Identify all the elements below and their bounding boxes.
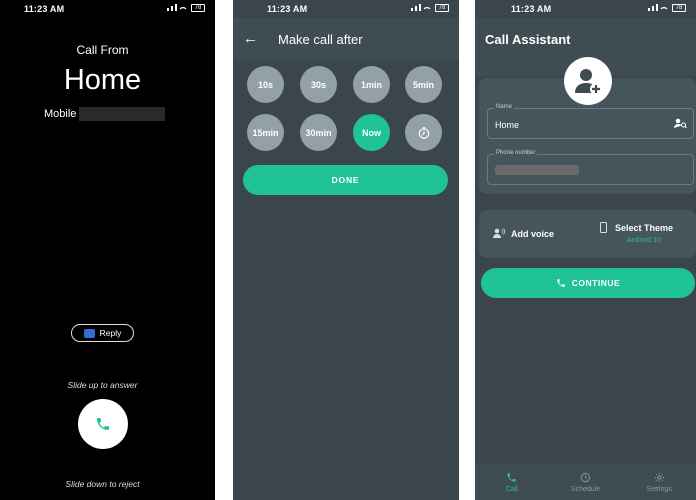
caller-name: Home xyxy=(63,64,142,96)
add-person-icon xyxy=(575,69,602,95)
nav-label-settings: Settings xyxy=(646,485,672,493)
schedule-icon xyxy=(580,472,591,482)
redacted-number xyxy=(79,107,166,121)
add-voice-label: Add voice xyxy=(511,228,555,239)
back-arrow-icon[interactable]: ← xyxy=(243,30,258,47)
delay-option-now[interactable]: Now xyxy=(353,114,390,151)
nav-item-settings[interactable]: Settings xyxy=(622,464,696,500)
bottom-nav: Call Schedule Settings xyxy=(475,464,696,500)
call-from-label: Call From xyxy=(76,43,129,57)
continue-label: CONTINUE xyxy=(571,278,621,288)
status-bar: 11:23 AM 78 xyxy=(0,0,215,18)
selected-theme-value: Android 10 xyxy=(627,237,661,244)
status-bar: 11:23 AM 78 xyxy=(475,0,696,18)
phone-icon xyxy=(507,472,516,482)
delay-option-30s[interactable]: 30s xyxy=(300,66,337,103)
add-voice-button[interactable]: Add voice xyxy=(493,228,554,239)
slide-down-hint: Slide down to reject xyxy=(65,479,140,489)
name-field-value: Home xyxy=(495,120,520,130)
status-icons: 78 xyxy=(410,3,449,12)
nav-item-schedule[interactable]: Schedule xyxy=(549,464,623,500)
delay-option-5min[interactable]: 5min xyxy=(405,66,442,103)
incoming-call-screen: 11:23 AM 78 Call From Home Mobile Reply … xyxy=(0,0,215,500)
status-time: 11:23 AM xyxy=(267,4,308,14)
schedule-call-screen: 11:23 AM 78 ← Make call after 10s 30s 1m… xyxy=(233,0,459,500)
status-time: 11:23 AM xyxy=(24,4,65,14)
status-bar: 11:23 AM 78 xyxy=(233,0,459,18)
battery-icon: 78 xyxy=(672,3,686,12)
message-icon xyxy=(83,328,95,338)
continue-button[interactable]: CONTINUE xyxy=(481,268,695,298)
status-icons: 78 xyxy=(166,3,205,12)
custom-timer-button[interactable] xyxy=(405,114,442,151)
delay-option-30min[interactable]: 30min xyxy=(300,114,337,151)
phone-number-label: Phone number xyxy=(494,150,538,156)
app-bar: ← Make call after xyxy=(233,18,459,60)
gear-icon xyxy=(654,472,664,482)
nav-item-call[interactable]: Call xyxy=(475,464,549,500)
delay-option-15min[interactable]: 15min xyxy=(247,114,284,151)
page-title: Make call after xyxy=(278,32,363,47)
nav-label-schedule: Schedule xyxy=(570,485,601,493)
slide-up-hint: Slide up to answer xyxy=(67,380,138,390)
contact-search-icon[interactable] xyxy=(674,118,687,129)
voice-person-icon xyxy=(493,228,506,238)
avatar-add-button[interactable] xyxy=(564,57,612,105)
status-icons: 78 xyxy=(647,3,686,12)
caller-number-row: Mobile xyxy=(44,107,166,121)
phone-icon xyxy=(97,418,109,430)
name-field[interactable]: Name Home xyxy=(487,104,694,139)
phone-icon xyxy=(557,279,565,287)
call-assistant-screen: Call Assistant 11:23 AM 78 Name Home Pho… xyxy=(475,0,696,500)
reply-button[interactable]: Reply xyxy=(71,324,134,342)
timer-icon xyxy=(418,126,429,139)
select-theme-button[interactable]: Select Theme xyxy=(615,223,673,233)
options-card: Add voice Select Theme Android 10 xyxy=(479,210,696,258)
signal-icon xyxy=(411,4,431,11)
delay-option-1min[interactable]: 1min xyxy=(353,66,390,103)
delay-option-10s[interactable]: 10s xyxy=(247,66,284,103)
status-time: 11:23 AM xyxy=(511,4,552,14)
name-field-label: Name xyxy=(494,104,515,110)
signal-icon xyxy=(167,4,187,11)
battery-icon: 78 xyxy=(191,3,205,12)
done-button[interactable]: DONE xyxy=(243,165,448,195)
battery-icon: 78 xyxy=(435,3,449,12)
number-type-label: Mobile xyxy=(44,108,77,120)
nav-label-call: Call xyxy=(505,485,518,493)
phone-number-field[interactable]: Phone number xyxy=(487,150,694,185)
page-title: Call Assistant xyxy=(485,32,571,47)
phone-theme-icon xyxy=(600,222,607,233)
answer-button[interactable] xyxy=(78,399,128,449)
signal-icon xyxy=(648,4,668,11)
reply-label: Reply xyxy=(99,328,122,338)
redacted-phone-number xyxy=(495,165,579,175)
